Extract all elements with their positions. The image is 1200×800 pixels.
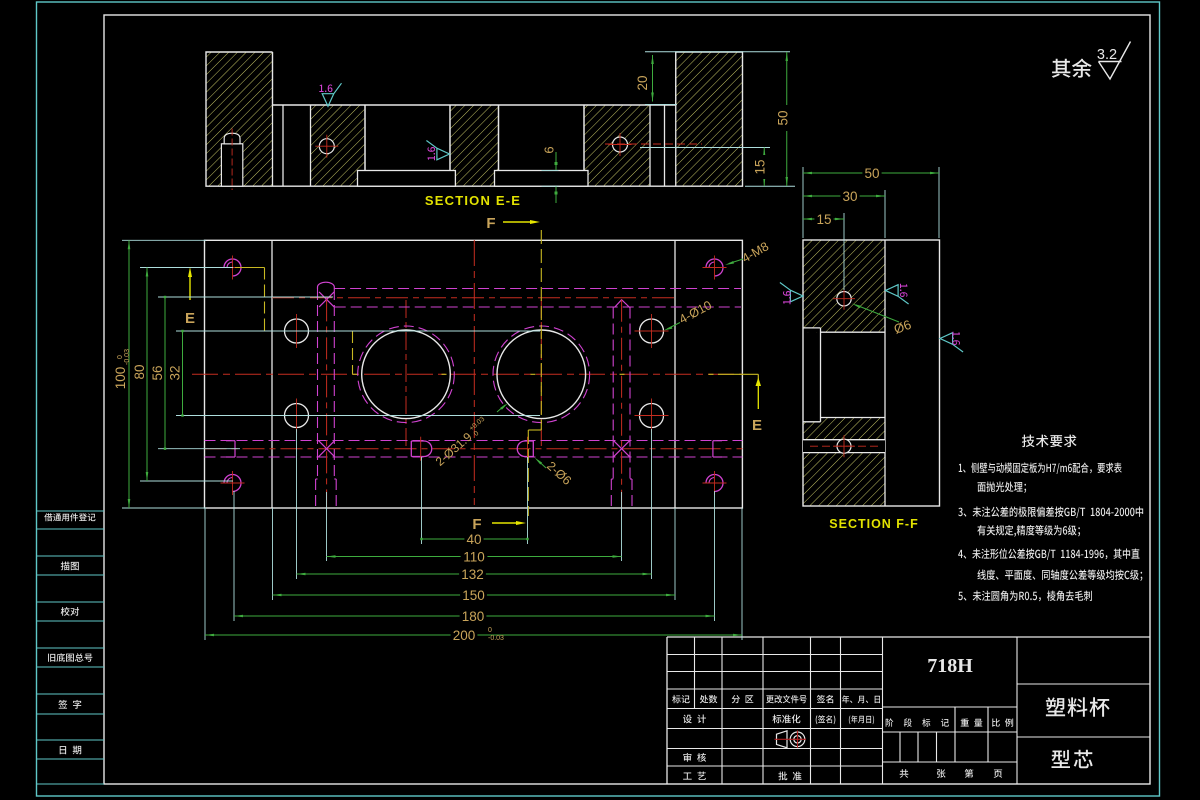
svg-text:56: 56 [150, 365, 165, 380]
svg-text:80: 80 [132, 364, 147, 379]
svg-text:718H: 718H [927, 655, 973, 677]
svg-text:F: F [472, 516, 481, 533]
svg-text:0: 0 [117, 355, 124, 359]
svg-text:150: 150 [462, 588, 485, 603]
svg-text:20: 20 [635, 75, 650, 90]
svg-text:50: 50 [776, 110, 791, 125]
svg-text:32: 32 [168, 365, 183, 380]
svg-text:SECTION E-E: SECTION E-E [425, 193, 521, 208]
svg-text:SECTION F-F: SECTION F-F [829, 517, 918, 531]
svg-text:200: 200 [453, 628, 476, 643]
svg-text:40: 40 [466, 532, 481, 547]
svg-text:132: 132 [461, 567, 484, 582]
svg-text:30: 30 [842, 189, 857, 204]
svg-text:110: 110 [463, 550, 485, 565]
svg-text:3.2: 3.2 [1097, 47, 1117, 63]
svg-text:F: F [486, 215, 495, 232]
svg-text:100: 100 [113, 367, 128, 390]
svg-text:-0.03: -0.03 [124, 349, 131, 365]
svg-text:180: 180 [462, 609, 485, 624]
svg-text:6: 6 [542, 146, 557, 153]
svg-text:-0.03: -0.03 [488, 635, 504, 642]
svg-text:15: 15 [816, 212, 831, 227]
svg-text:0: 0 [488, 627, 492, 634]
svg-text:50: 50 [864, 166, 879, 181]
svg-text:E: E [752, 417, 762, 434]
svg-text:15: 15 [753, 159, 768, 174]
svg-text:E: E [185, 310, 195, 327]
